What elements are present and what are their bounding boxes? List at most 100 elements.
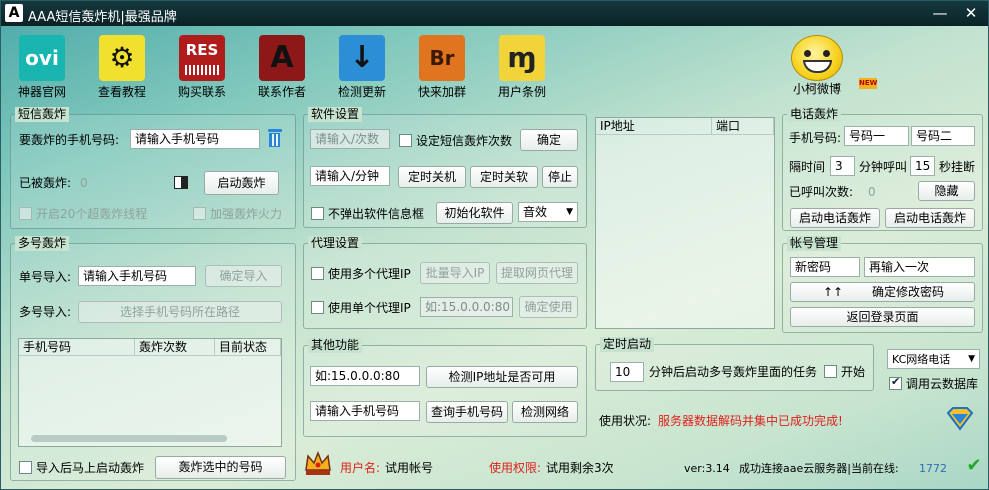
- hangup-input[interactable]: 15: [910, 156, 935, 176]
- select-path-button[interactable]: 选择手机号码所在路径: [78, 301, 282, 323]
- column-header[interactable]: 目前状态: [215, 339, 281, 356]
- panel-title: 其他功能: [308, 338, 363, 353]
- use-proxy-button[interactable]: 确定使用: [519, 296, 578, 318]
- toolbar-item-terms[interactable]: ɱ 用户条例: [490, 35, 554, 100]
- confirm-import-button[interactable]: 确定导入: [205, 265, 282, 287]
- gear-icon: ⚙: [99, 35, 145, 81]
- weibo-label[interactable]: 小柯微博: [793, 81, 841, 97]
- toggle-icon[interactable]: [174, 176, 188, 189]
- timer-description: 分钟后启动多号轰炸里面的任务: [649, 365, 818, 379]
- cloud-db-label: 调用云数据库: [906, 377, 979, 391]
- phone-bomb-label: 手机号码:: [789, 131, 842, 145]
- interval-input[interactable]: 3: [830, 156, 855, 176]
- back-to-login-button[interactable]: 返回登录页面: [790, 307, 975, 327]
- title-bar: A AAA短信轰炸机|最强品牌 — ✕: [1, 1, 988, 26]
- toolbar-item-contact[interactable]: A 联系作者: [250, 35, 314, 100]
- panel-title: 电话轰炸: [787, 107, 842, 122]
- timed-close-button[interactable]: 定时关软: [470, 166, 538, 188]
- threads-checkbox[interactable]: [19, 207, 32, 220]
- repeat-password-input[interactable]: 再输入一次: [864, 257, 975, 277]
- check-ip-input[interactable]: 如:15.0.0.0:80: [310, 366, 420, 386]
- firepower-label: 加强轰炸火力: [210, 207, 283, 221]
- toolbar-label: 购买联系: [177, 85, 226, 99]
- column-header[interactable]: 端口: [712, 118, 774, 135]
- online-count: 1772: [919, 462, 947, 475]
- trash-icon[interactable]: [267, 129, 282, 149]
- change-password-button[interactable]: ↑↑ 确定修改密码: [790, 282, 975, 302]
- author-logo-icon: A: [259, 35, 305, 81]
- phone-two-input[interactable]: 号码二: [911, 126, 975, 146]
- hide-button[interactable]: 隐藏: [918, 181, 975, 201]
- toolbar-item-buy[interactable]: RES 购买联系: [170, 35, 234, 100]
- stop-button[interactable]: 停止: [542, 166, 578, 188]
- diamond-icon[interactable]: [945, 407, 975, 431]
- threads-label: 开启20个超轰炸线程: [36, 207, 148, 221]
- sound-select-value: 音效: [523, 205, 548, 219]
- no-popup-checkbox[interactable]: [311, 207, 324, 220]
- bombed-count: 0: [80, 176, 88, 190]
- column-header[interactable]: 轰炸次数: [135, 339, 215, 356]
- query-phone-button[interactable]: 查询手机号码: [426, 401, 508, 423]
- check-ip-button[interactable]: 检测IP地址是否可用: [426, 366, 578, 388]
- version: ver:3.14: [684, 462, 730, 475]
- toolbar-item-group[interactable]: Br 快来加群: [410, 35, 474, 100]
- start-phone-bomb-button-2[interactable]: 启动电话轰炸: [885, 208, 975, 228]
- main-window: A AAA短信轰炸机|最强品牌 — ✕ ovi 神器官网 ⚙ 查看教程 RES …: [0, 0, 989, 490]
- minimize-button[interactable]: —: [927, 3, 953, 23]
- sound-select[interactable]: 音效 ▼: [518, 202, 578, 222]
- toolbar-label: 联系作者: [257, 85, 306, 99]
- auto-start-checkbox[interactable]: [19, 461, 32, 474]
- batch-import-button[interactable]: 批量导入IP: [420, 262, 490, 284]
- status-message: 服务器数据解码并集中已成功完成!: [658, 414, 843, 428]
- query-phone-input[interactable]: 请输入手机号码: [310, 401, 420, 421]
- single-proxy-label: 使用单个代理IP: [328, 301, 411, 315]
- crown-icon: [303, 448, 333, 478]
- smiley-mouth: [803, 60, 832, 73]
- init-software-button[interactable]: 初始化软件: [436, 202, 513, 224]
- check-network-button[interactable]: 检测网络: [512, 401, 578, 423]
- horizontal-scrollbar[interactable]: [31, 435, 227, 442]
- phone-input[interactable]: 请输入手机号码: [130, 129, 260, 149]
- connection-status: 成功连接aae云服务器|当前在线:: [739, 462, 899, 475]
- br-icon: Br: [419, 35, 465, 81]
- timer-start-label: 开始: [841, 365, 866, 379]
- toolbar-item-website[interactable]: ovi 神器官网: [10, 35, 74, 100]
- phone-label: 要轰炸的手机号码:: [19, 133, 120, 147]
- new-password-input[interactable]: 新密码: [790, 257, 860, 277]
- smiley-icon[interactable]: [791, 35, 843, 81]
- close-button[interactable]: ✕: [958, 3, 984, 23]
- proxy-ip-input[interactable]: 如:15.0.0.0:80: [420, 297, 513, 317]
- timed-shutdown-button[interactable]: 定时关机: [398, 166, 466, 188]
- column-header[interactable]: 手机号码: [19, 339, 135, 356]
- start-bomb-button[interactable]: 启动轰炸: [204, 171, 279, 195]
- start-phone-bomb-button[interactable]: 启动电话轰炸: [790, 208, 880, 228]
- multi-proxy-checkbox[interactable]: [311, 267, 324, 280]
- firepower-checkbox[interactable]: [193, 207, 206, 220]
- settings-confirm-button[interactable]: 确定: [520, 129, 578, 151]
- set-times-checkbox[interactable]: [399, 134, 412, 147]
- user-label: 用户名:: [340, 461, 381, 475]
- timer-start-checkbox[interactable]: [824, 365, 837, 378]
- ovi-icon: ovi: [19, 35, 65, 81]
- column-header[interactable]: IP地址: [596, 118, 712, 135]
- timer-minutes-input[interactable]: 10: [610, 362, 644, 382]
- panel-title: 代理设置: [308, 236, 363, 251]
- permission-label: 使用权限:: [489, 461, 542, 475]
- called-label: 已呼叫次数:: [789, 185, 854, 199]
- toolbar-item-update[interactable]: ↓ 检测更新: [330, 35, 394, 100]
- cloud-db-checkbox[interactable]: [889, 375, 902, 390]
- terms-icon: ɱ: [499, 35, 545, 81]
- toolbar-item-tutorial[interactable]: ⚙ 查看教程: [90, 35, 154, 100]
- interval-label: 隔时间: [789, 160, 826, 174]
- phone-list[interactable]: 手机号码 轰炸次数 目前状态: [18, 338, 282, 447]
- extract-proxy-button[interactable]: 提取网页代理: [496, 262, 578, 284]
- no-popup-label: 不弹出软件信息框: [328, 207, 425, 221]
- single-proxy-checkbox[interactable]: [311, 301, 324, 314]
- network-select[interactable]: KC网络电话 ▼: [887, 349, 980, 369]
- minutes-input[interactable]: 请输入/分钟: [310, 166, 390, 186]
- single-phone-input[interactable]: 请输入手机号码: [78, 266, 196, 286]
- times-input[interactable]: 请输入/次数: [310, 129, 390, 149]
- phone-one-input[interactable]: 号码一: [844, 126, 909, 146]
- bomb-selected-button[interactable]: 轰炸选中的号码: [155, 456, 286, 479]
- ip-list[interactable]: IP地址 端口: [595, 117, 775, 329]
